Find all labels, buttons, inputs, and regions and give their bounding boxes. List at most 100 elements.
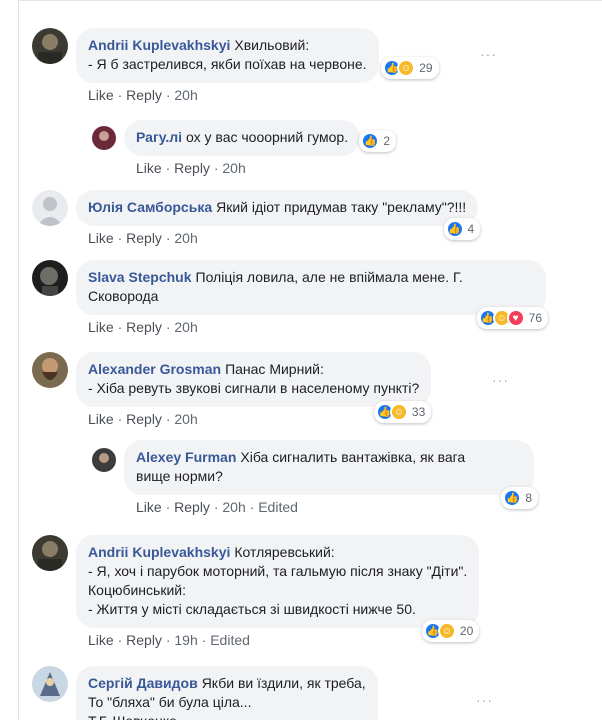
avatar[interactable]: [32, 352, 68, 388]
avatar[interactable]: [32, 666, 68, 702]
like-link[interactable]: Like: [88, 230, 114, 246]
comment: Сергій Давидов Якби ви їздили, як треба, …: [32, 666, 378, 720]
timestamp[interactable]: 20h: [174, 87, 197, 103]
separator: ·: [113, 411, 127, 427]
like-link[interactable]: Like: [88, 319, 114, 335]
comment-author[interactable]: Рагу.лі: [136, 129, 182, 145]
reply-link[interactable]: Reply: [126, 319, 162, 335]
comment: Slava Stepchuk Поліція ловила, але не впі…: [32, 260, 548, 335]
comment-bubble: Рагу.лі ох у вас чооорний гумор. 👍 2: [124, 120, 397, 156]
reaction-count: 20: [459, 623, 474, 638]
reaction-summary[interactable]: 👍 8: [501, 487, 538, 509]
separator: ·: [113, 632, 127, 648]
separator: ·: [197, 632, 211, 648]
reply-comment: Рагу.лі ох у вас чооорний гумор. 👍 2 Like …: [92, 120, 397, 176]
avatar[interactable]: [32, 260, 68, 296]
comment-bubble: Slava Stepchuk Поліція ловила, але не впі…: [76, 260, 548, 329]
like-link[interactable]: Like: [88, 411, 114, 427]
reply-link[interactable]: Reply: [126, 87, 162, 103]
edited-label[interactable]: Edited: [210, 632, 250, 648]
like-link[interactable]: Like: [136, 499, 162, 515]
comment-bubble: Alexander Grosman Панас Мирний: - Хіба ре…: [76, 352, 432, 423]
comment-author[interactable]: Сергій Давидов: [88, 675, 198, 691]
comment-author[interactable]: Slava Stepchuk: [88, 269, 192, 285]
edited-label[interactable]: Edited: [258, 499, 298, 515]
reply-link[interactable]: Reply: [174, 160, 210, 176]
like-reaction-icon: 👍: [445, 220, 464, 238]
comment-author[interactable]: Andrii Kuplevakhskyi: [88, 544, 230, 560]
separator: ·: [161, 632, 175, 648]
separator: ·: [113, 230, 127, 246]
reply-link[interactable]: Reply: [174, 499, 210, 515]
separator: ·: [245, 499, 259, 515]
timestamp[interactable]: 20h: [222, 499, 245, 515]
reply-comment: Alexey Furman Хіба сигналить вантажівка, …: [92, 440, 538, 515]
reaction-count: 33: [411, 404, 426, 419]
reply-link[interactable]: Reply: [126, 230, 162, 246]
haha-reaction-icon: ☺: [397, 59, 416, 77]
reaction-summary[interactable]: 👍 ☺ 29: [381, 57, 439, 79]
reaction-count: 29: [419, 60, 433, 75]
comment: Alexander Grosman Панас Мирний: - Хіба ре…: [32, 352, 432, 427]
like-reaction-icon: 👍: [361, 132, 380, 150]
timestamp[interactable]: 20h: [174, 230, 197, 246]
like-link[interactable]: Like: [136, 160, 162, 176]
more-options-icon[interactable]: ···: [480, 46, 497, 62]
reaction-count: 2: [383, 133, 391, 148]
separator: ·: [209, 499, 223, 515]
comment-author[interactable]: Alexander Grosman: [88, 361, 221, 377]
avatar[interactable]: [32, 535, 68, 571]
like-link[interactable]: Like: [88, 87, 114, 103]
avatar[interactable]: [92, 126, 116, 150]
comment-actions: Like · Reply · 20h · Edited: [136, 499, 534, 515]
separator: ·: [161, 230, 175, 246]
comment-author[interactable]: Alexey Furman: [136, 449, 236, 465]
reaction-summary[interactable]: 👍 2: [359, 130, 397, 152]
comment-bubble: Юлія Самборська Який ідіот придумав таку …: [76, 190, 481, 240]
comment: Юлія Самборська Який ідіот придумав таку …: [32, 190, 481, 246]
avatar[interactable]: [32, 190, 68, 226]
like-reaction-icon: 👍: [503, 489, 522, 507]
comment-bubble: Сергій Давидов Якби ви їздили, як треба, …: [76, 666, 378, 720]
like-link[interactable]: Like: [88, 632, 114, 648]
timestamp[interactable]: 20h: [174, 411, 197, 427]
comment: Andrii Kuplevakhskyi Котляревський: - Я, …: [32, 535, 480, 648]
separator: ·: [161, 87, 175, 103]
timestamp[interactable]: 19h: [174, 632, 197, 648]
more-options-icon[interactable]: ···: [476, 692, 493, 708]
comment-text: ох у вас чооорний гумор.: [186, 129, 349, 145]
more-options-icon[interactable]: ···: [492, 372, 509, 388]
reply-link[interactable]: Reply: [126, 632, 162, 648]
timestamp[interactable]: 20h: [174, 319, 197, 335]
comment-actions: Like · Reply · 20h: [88, 230, 478, 246]
haha-reaction-icon: ☺: [437, 622, 456, 640]
reaction-summary[interactable]: 👍 4: [443, 218, 481, 240]
comment-actions: Like · Reply · 20h: [88, 87, 379, 103]
reaction-summary[interactable]: 👍 ☺ 33: [373, 401, 432, 423]
reply-link[interactable]: Reply: [126, 411, 162, 427]
avatar[interactable]: [32, 28, 68, 64]
comment-author[interactable]: Andrii Kuplevakhskyi: [88, 37, 230, 53]
reaction-count: 8: [525, 490, 532, 505]
timestamp[interactable]: 20h: [222, 160, 245, 176]
reaction-summary[interactable]: 👍 ☺ ♥ 76: [476, 307, 548, 329]
avatar[interactable]: [92, 448, 116, 472]
separator: ·: [209, 160, 223, 176]
separator: ·: [161, 319, 175, 335]
comment-bubble: Andrii Kuplevakhskyi Хвильовий: - Я б зас…: [76, 28, 439, 83]
haha-reaction-icon: ☺: [389, 403, 408, 421]
reaction-count: 76: [528, 310, 542, 325]
separator: ·: [161, 411, 175, 427]
separator: ·: [113, 87, 127, 103]
comment-bubble: Alexey Furman Хіба сигналить вантажівка, …: [124, 440, 538, 509]
comment-bubble: Andrii Kuplevakhskyi Котляревський: - Я, …: [76, 535, 480, 642]
reaction-summary[interactable]: 👍 ☺ 20: [421, 620, 480, 642]
separator: ·: [161, 160, 175, 176]
comment: Andrii Kuplevakhskyi Хвильовий: - Я б зас…: [32, 28, 439, 103]
separator: ·: [113, 319, 127, 335]
comment-author[interactable]: Юлія Самборська: [88, 199, 212, 215]
love-reaction-icon: ♥: [506, 309, 525, 327]
comment-text: Який ідіот придумав таку "рекламу"?!!!: [216, 199, 467, 215]
separator: ·: [161, 499, 175, 515]
reaction-count: 4: [467, 221, 475, 236]
